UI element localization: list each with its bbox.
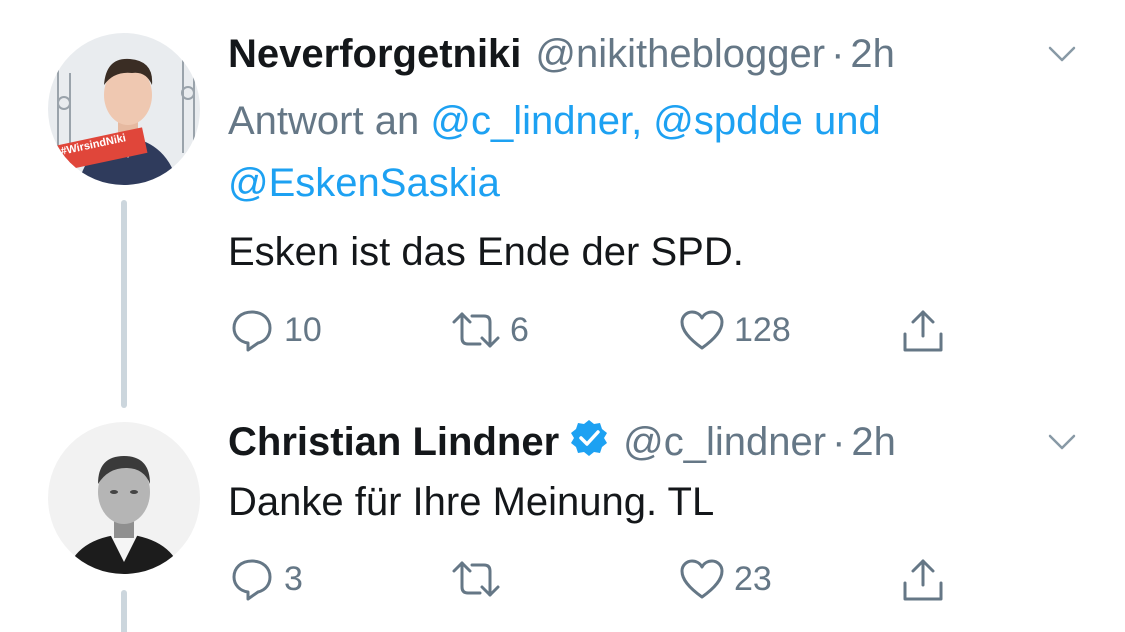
retweet-arrows-icon xyxy=(450,306,502,354)
chevron-down-icon[interactable] xyxy=(1047,44,1077,69)
tweet-text: Esken ist das Ende der SPD. xyxy=(228,230,744,274)
share-upload-icon xyxy=(900,555,946,603)
heart-icon xyxy=(678,306,726,354)
thread-connector-line xyxy=(121,590,127,632)
verified-badge-icon xyxy=(569,418,609,469)
like-count: 23 xyxy=(734,559,772,598)
tweet-header: Christian Lindner @c_lindner · 2h xyxy=(228,418,896,469)
reply-button[interactable]: 3 xyxy=(228,554,303,604)
share-upload-icon xyxy=(900,306,946,354)
display-name[interactable]: Christian Lindner xyxy=(228,418,559,466)
tweet-actions: 3 23 xyxy=(228,554,968,604)
share-button[interactable] xyxy=(900,554,946,604)
reply-count: 3 xyxy=(284,559,303,598)
like-button[interactable]: 128 xyxy=(678,305,791,355)
retweet-arrows-icon xyxy=(450,555,502,603)
tweet-actions: 10 6 128 xyxy=(228,305,968,355)
speech-bubble-icon xyxy=(228,306,276,354)
reply-prefix: Antwort an xyxy=(228,99,420,143)
tweet-thread: #WirsindNiki Neverforgetniki @nikitheblo… xyxy=(0,0,1125,632)
user-handle[interactable]: @nikitheblogger xyxy=(535,30,825,78)
display-name[interactable]: Neverforgetniki xyxy=(228,30,521,78)
user-handle[interactable]: @c_lindner xyxy=(623,418,826,466)
separator-dot: · xyxy=(831,32,845,76)
avatar[interactable] xyxy=(48,422,200,574)
retweet-count: 6 xyxy=(510,310,529,349)
retweet-button[interactable] xyxy=(450,554,510,604)
tweet-text: Danke für Ihre Meinung. TL xyxy=(228,480,715,524)
timestamp[interactable]: 2h xyxy=(851,418,896,466)
share-button[interactable] xyxy=(900,305,946,355)
chevron-down-icon[interactable] xyxy=(1047,432,1077,457)
timestamp[interactable]: 2h xyxy=(850,30,895,78)
speech-bubble-icon xyxy=(228,555,276,603)
like-button[interactable]: 23 xyxy=(678,554,772,604)
like-count: 128 xyxy=(734,310,791,349)
reply-count: 10 xyxy=(284,310,322,349)
reply-button[interactable]: 10 xyxy=(228,305,322,355)
separator-dot: · xyxy=(832,420,846,464)
thread-connector-line xyxy=(121,200,127,408)
tweet-header: Neverforgetniki @nikitheblogger · 2h xyxy=(228,30,895,78)
avatar[interactable]: #WirsindNiki xyxy=(48,33,200,185)
retweet-button[interactable]: 6 xyxy=(450,305,529,355)
reply-context: Antwort an @c_lindner, @spdde und @Esken… xyxy=(228,90,1008,214)
heart-icon xyxy=(678,555,726,603)
